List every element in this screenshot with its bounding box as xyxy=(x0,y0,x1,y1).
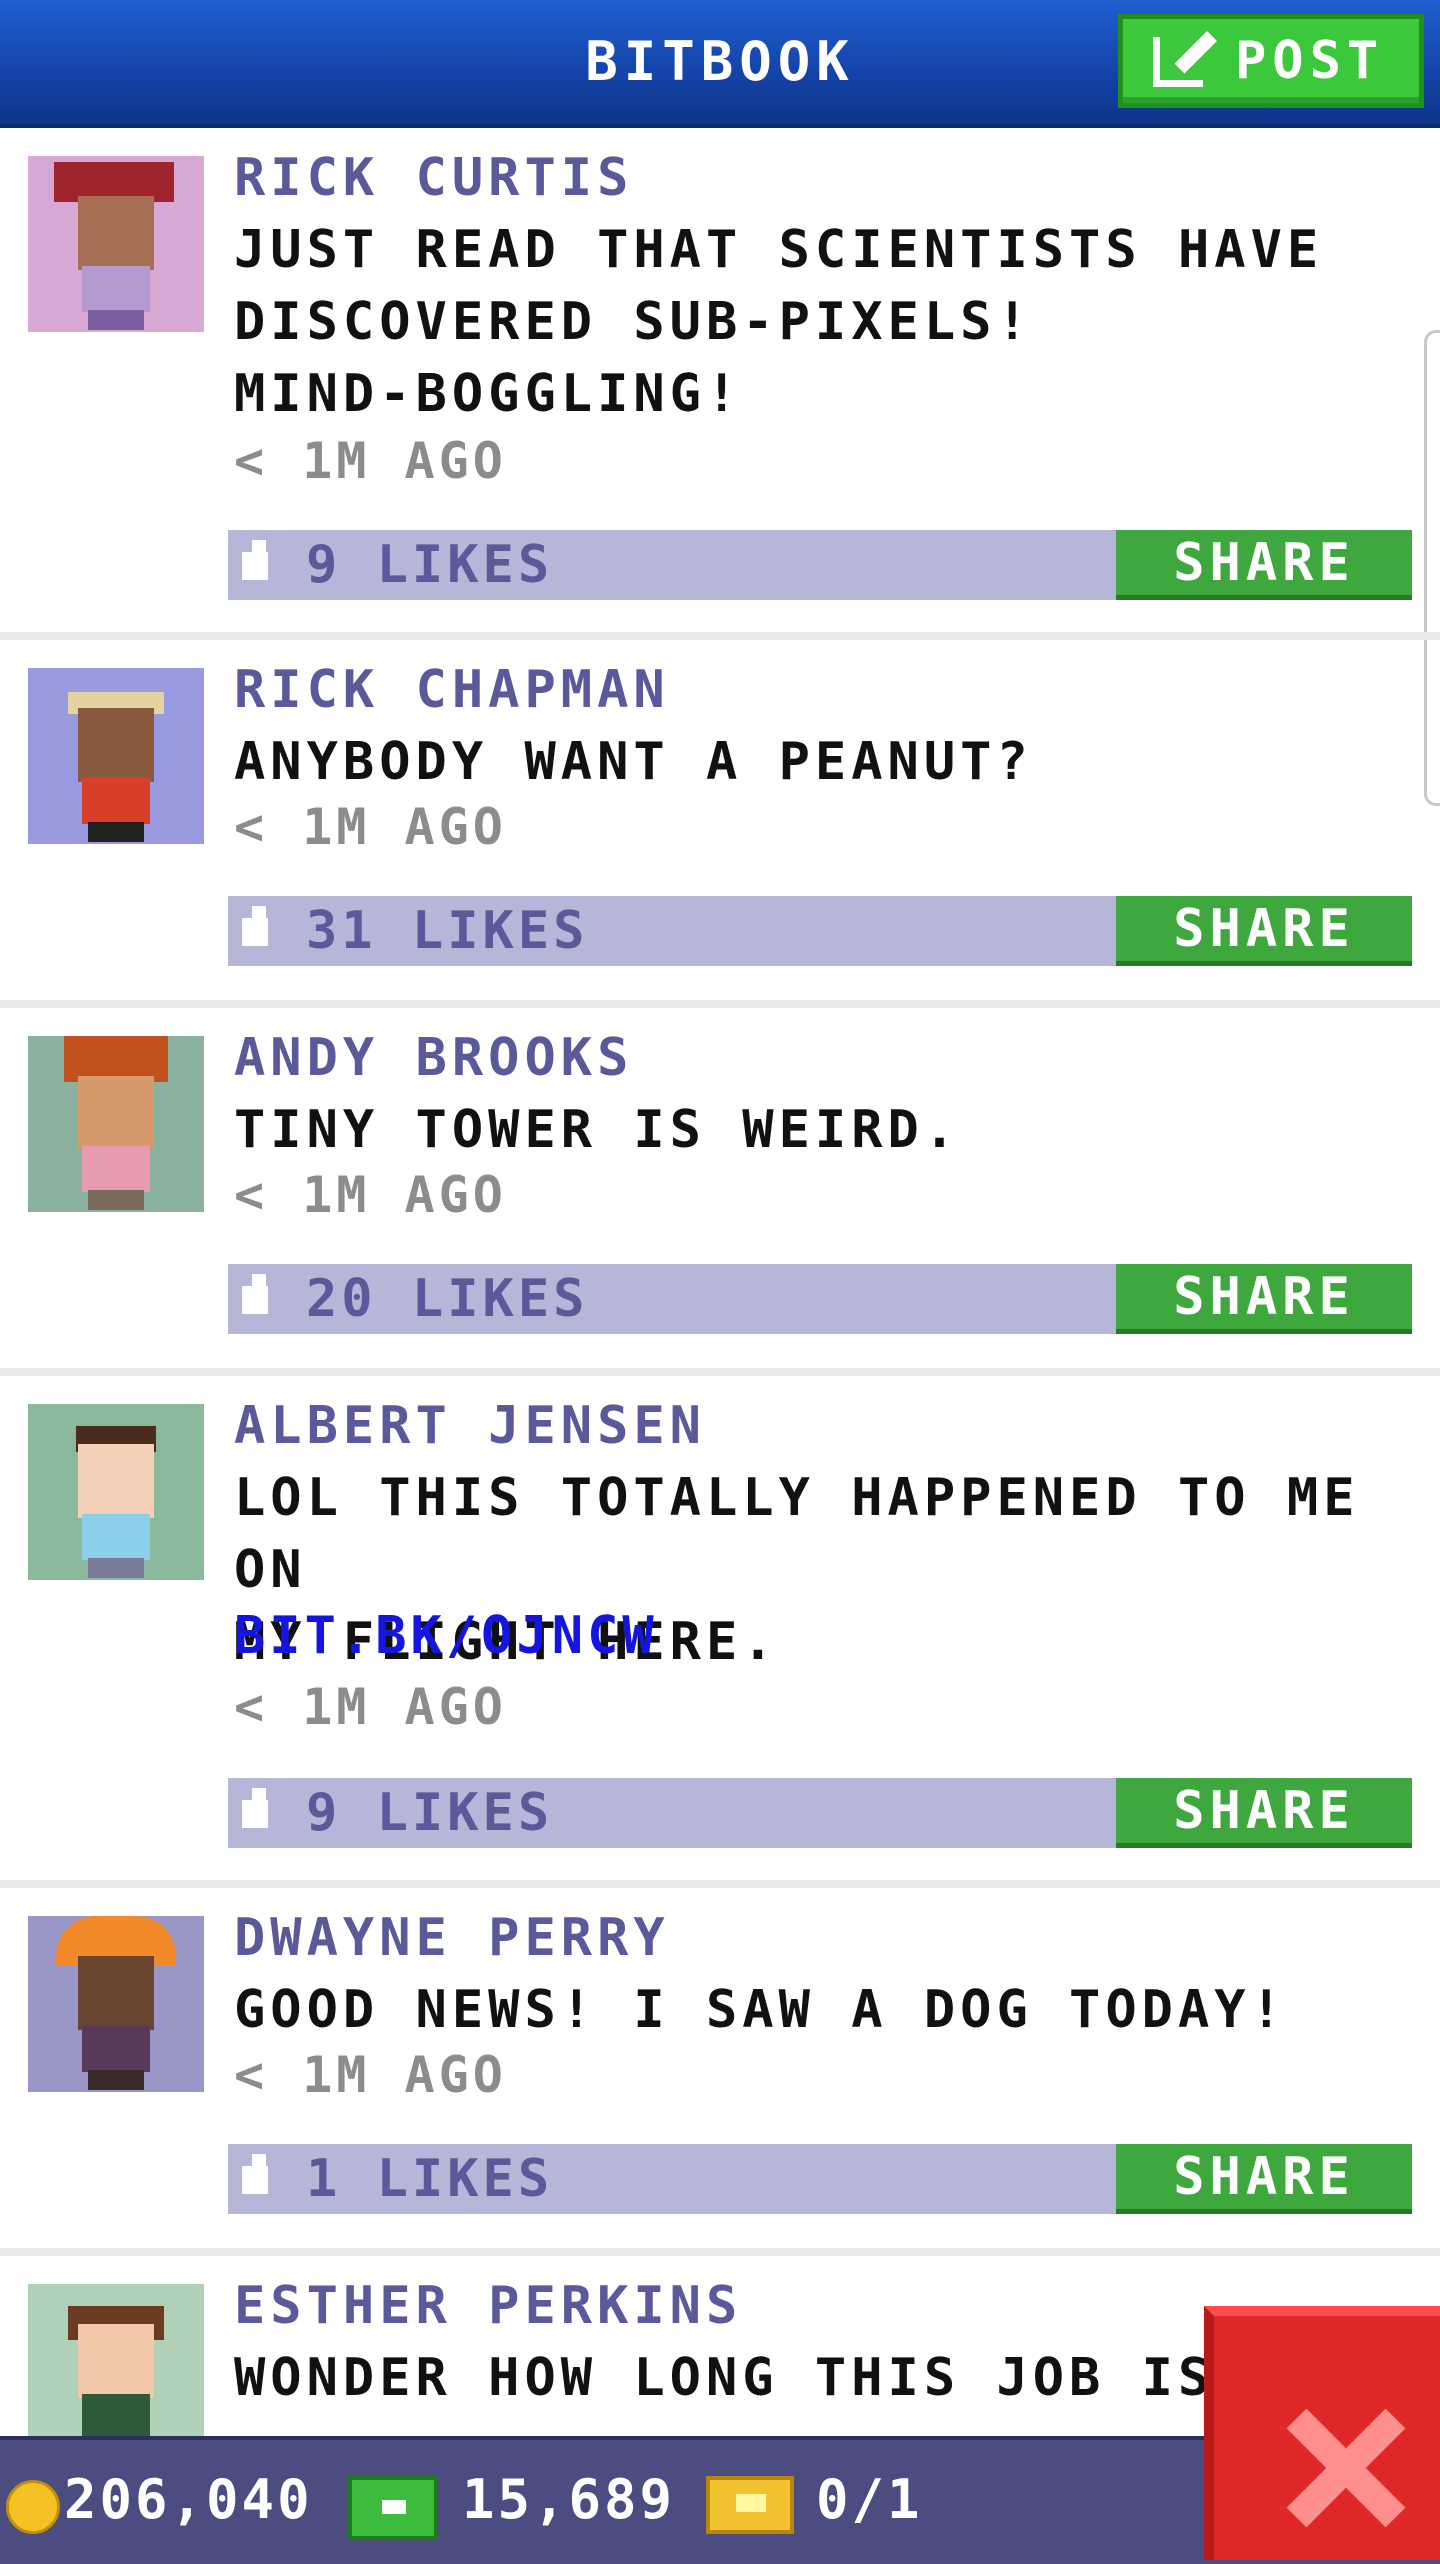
avatar xyxy=(28,2284,204,2436)
like-count: 20 LIKES xyxy=(306,1269,589,1329)
post-author[interactable]: RICK CURTIS xyxy=(234,148,633,208)
avatar xyxy=(28,1916,204,2092)
avatar xyxy=(28,1036,204,1212)
post-time: < 1M AGO xyxy=(234,432,507,490)
post-text: ANYBODY WANT A PEANUT? xyxy=(234,732,1033,792)
feed-post: RICK CHAPMAN ANYBODY WANT A PEANUT? < 1M… xyxy=(0,640,1440,1008)
compose-icon xyxy=(1153,37,1203,87)
feed-post: DWAYNE PERRY GOOD NEWS! I SAW A DOG TODA… xyxy=(0,1888,1440,2256)
like-bar[interactable]: 9 LIKES SHARE xyxy=(228,530,1412,600)
thumbs-up-icon xyxy=(242,540,268,580)
avatar xyxy=(28,668,204,844)
ticket-count: 0/1 xyxy=(816,2468,923,2531)
post-button[interactable]: POST xyxy=(1118,14,1424,108)
post-text: JUST READ THAT SCIENTISTS HAVE DISCOVERE… xyxy=(234,220,1324,424)
app-header: BITBOOK POST xyxy=(0,0,1440,128)
thumbs-up-icon xyxy=(242,2154,268,2194)
post-author[interactable]: RICK CHAPMAN xyxy=(234,660,670,720)
post-link[interactable]: BIT.BK/OJNCW xyxy=(234,1606,658,1666)
like-bar[interactable]: 20 LIKES SHARE xyxy=(228,1264,1412,1334)
share-button[interactable]: SHARE xyxy=(1116,1778,1412,1848)
post-author[interactable]: ESTHER PERKINS xyxy=(234,2276,742,2336)
like-bar[interactable]: 9 LIKES SHARE xyxy=(228,1778,1412,1848)
post-time: < 1M AGO xyxy=(234,1166,507,1224)
ticket-icon xyxy=(706,2476,794,2534)
feed-post: ANDY BROOKS TINY TOWER IS WEIRD. < 1M AG… xyxy=(0,1008,1440,1376)
coin-count: 206,040 xyxy=(64,2468,313,2531)
feed-post: RICK CURTIS JUST READ THAT SCIENTISTS HA… xyxy=(0,128,1440,640)
avatar xyxy=(28,1404,204,1580)
close-button[interactable] xyxy=(1204,2306,1440,2560)
post-text: TINY TOWER IS WEIRD. xyxy=(234,1100,961,1160)
thumbs-up-icon xyxy=(242,1274,268,1314)
like-bar[interactable]: 31 LIKES SHARE xyxy=(228,896,1412,966)
share-button[interactable]: SHARE xyxy=(1116,896,1412,966)
post-author[interactable]: ALBERT JENSEN xyxy=(234,1396,706,1456)
like-count: 9 LIKES xyxy=(306,535,554,595)
feed-post: ALBERT JENSEN LOL THIS TOTALLY HAPPENED … xyxy=(0,1376,1440,1888)
thumbs-up-icon xyxy=(242,1788,268,1828)
thumbs-up-icon xyxy=(242,906,268,946)
post-time: < 1M AGO xyxy=(234,1678,507,1736)
like-count: 31 LIKES xyxy=(306,901,589,961)
post-time: < 1M AGO xyxy=(234,2046,507,2104)
share-button[interactable]: SHARE xyxy=(1116,2144,1412,2214)
post-text: GOOD NEWS! I SAW A DOG TODAY! xyxy=(234,1980,1287,2040)
post-author[interactable]: DWAYNE PERRY xyxy=(234,1908,670,1968)
like-bar[interactable]: 1 LIKES SHARE xyxy=(228,2144,1412,2214)
post-author[interactable]: ANDY BROOKS xyxy=(234,1028,633,1088)
avatar xyxy=(28,156,204,332)
share-button[interactable]: SHARE xyxy=(1116,530,1412,600)
close-icon xyxy=(1284,2408,1404,2528)
coin-icon xyxy=(6,2480,60,2534)
like-count: 1 LIKES xyxy=(306,2149,554,2209)
bux-count: 15,689 xyxy=(462,2468,676,2531)
post-button-label: POST xyxy=(1235,31,1385,91)
bux-icon xyxy=(348,2476,438,2540)
post-time: < 1M AGO xyxy=(234,798,507,856)
share-button[interactable]: SHARE xyxy=(1116,1264,1412,1334)
like-count: 9 LIKES xyxy=(306,1783,554,1843)
